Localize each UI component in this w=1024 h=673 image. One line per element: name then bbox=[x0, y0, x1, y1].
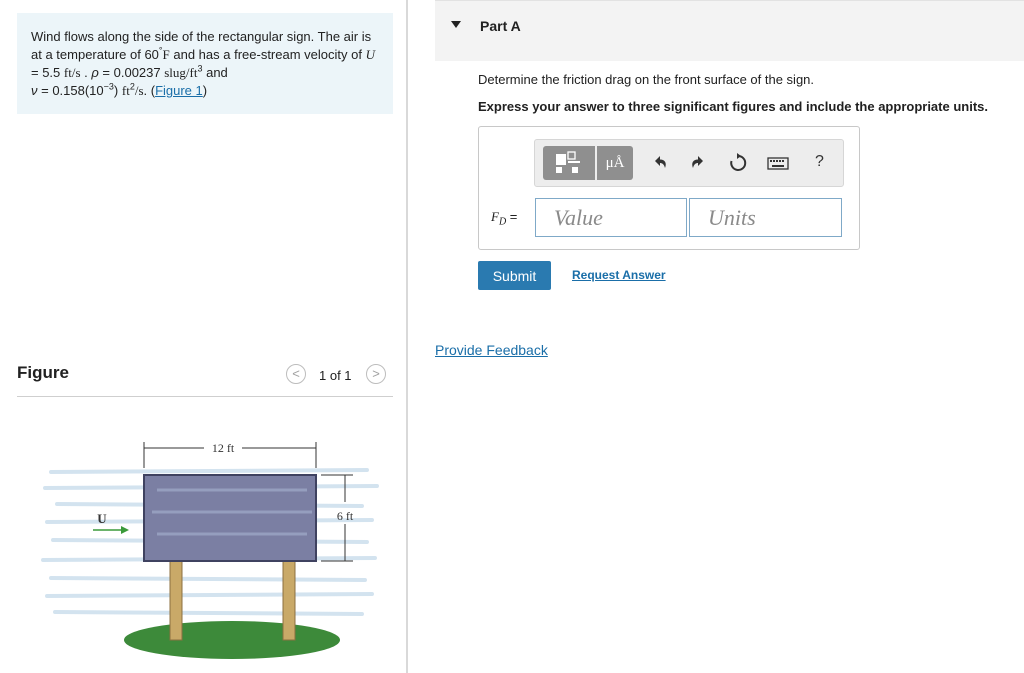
dot-2: . ( bbox=[143, 83, 156, 98]
var-u: U bbox=[365, 47, 375, 62]
sign-post-right bbox=[282, 559, 296, 641]
eq-nu: = 0.158(10 bbox=[37, 83, 104, 98]
and-text: and bbox=[202, 65, 228, 80]
submit-button[interactable]: Submit bbox=[478, 261, 551, 290]
help-icon[interactable]: ? bbox=[815, 153, 824, 171]
figure-link[interactable]: Figure 1 bbox=[155, 83, 203, 98]
redo-icon[interactable] bbox=[687, 152, 709, 174]
instruction-text: Express your answer to three significant… bbox=[478, 99, 988, 114]
figure-header: Figure < 1 of 1 > bbox=[17, 360, 393, 397]
unit-per-s: /s bbox=[134, 83, 144, 98]
sign-board bbox=[143, 474, 317, 562]
height-label: 6 ft bbox=[337, 509, 354, 523]
pager-next-button[interactable]: > bbox=[366, 364, 386, 384]
unit-ftps: ft/s bbox=[63, 65, 81, 80]
undo-icon[interactable] bbox=[649, 152, 671, 174]
eq-rho: = 0.00237 bbox=[98, 65, 165, 80]
pager-prev-button[interactable]: < bbox=[286, 364, 306, 384]
reset-icon[interactable] bbox=[727, 152, 749, 174]
column-divider bbox=[406, 0, 408, 673]
keyboard-icon[interactable] bbox=[767, 152, 789, 174]
fd-label: FD = bbox=[491, 209, 517, 228]
problem-text-2: and has a free-stream velocity of bbox=[169, 47, 366, 62]
sign-figure: 12 ft 6 ft U bbox=[41, 441, 379, 659]
wind-arrow-head bbox=[121, 526, 129, 534]
figure-title: Figure bbox=[17, 363, 69, 382]
unit-f: F bbox=[162, 47, 170, 62]
provide-feedback-link[interactable]: Provide Feedback bbox=[435, 342, 548, 358]
sign-post-left bbox=[169, 559, 183, 641]
templates-icon[interactable] bbox=[543, 146, 595, 180]
dot: . bbox=[80, 65, 92, 80]
fd-eq: = bbox=[506, 209, 518, 224]
answer-box: μÅ ? FD = bbox=[478, 126, 860, 250]
var-rho: ρ bbox=[91, 65, 99, 80]
eq-u: = 5.5 bbox=[31, 65, 64, 80]
unit-slug: slug/ft bbox=[164, 65, 198, 80]
grass-ground bbox=[124, 621, 340, 659]
wind-label: U bbox=[97, 511, 107, 526]
units-icon[interactable]: μÅ bbox=[597, 146, 633, 180]
value-input[interactable] bbox=[535, 198, 687, 237]
question-text: Determine the friction drag on the front… bbox=[478, 72, 815, 87]
part-a-title: Part A bbox=[480, 18, 521, 34]
width-label: 12 ft bbox=[212, 441, 235, 455]
close-paren-2: ) bbox=[202, 83, 208, 98]
collapse-toggle-icon[interactable] bbox=[451, 21, 461, 28]
part-a-header[interactable]: Part A bbox=[435, 0, 1024, 61]
unit-ft: ft bbox=[121, 83, 130, 98]
fd-f: F bbox=[491, 209, 499, 224]
units-input[interactable] bbox=[689, 198, 842, 237]
problem-statement: Wind flows along the side of the rectang… bbox=[17, 13, 393, 114]
math-toolbar: μÅ ? bbox=[534, 139, 844, 187]
close-paren: ) bbox=[113, 83, 122, 98]
exp-minus3: −3 bbox=[103, 81, 114, 92]
request-answer-link[interactable]: Request Answer bbox=[572, 268, 666, 282]
pager-count: 1 of 1 bbox=[319, 368, 352, 383]
